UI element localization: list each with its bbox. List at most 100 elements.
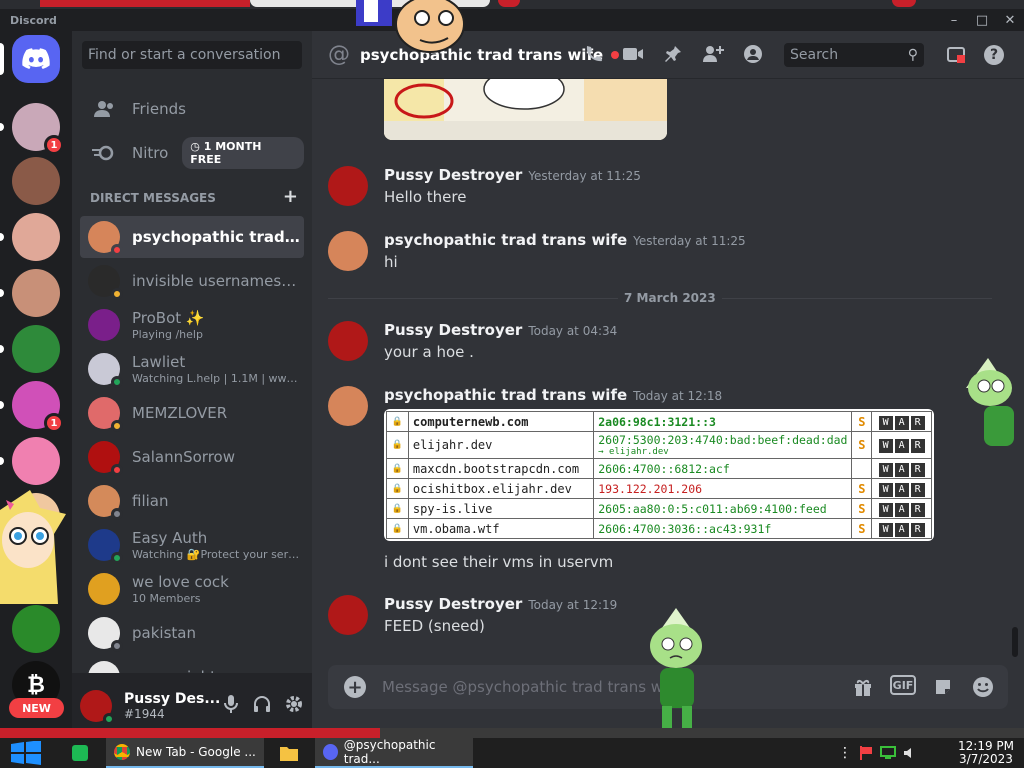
- dm-item[interactable]: pakistan: [80, 612, 304, 654]
- message-author[interactable]: Pussy Destroyer: [384, 166, 522, 184]
- dm-name: psychopathic trad tra...: [132, 228, 300, 246]
- gif-button[interactable]: GIF: [890, 675, 916, 695]
- table-cell-war: WAR: [871, 518, 932, 539]
- war-box: W: [878, 482, 893, 497]
- video-call-icon[interactable]: [622, 43, 644, 65]
- background-strip: [0, 0, 1024, 9]
- windows-start-icon[interactable]: [10, 738, 42, 768]
- network-icon[interactable]: [880, 738, 896, 768]
- war-box: W: [878, 502, 893, 517]
- table-row: 🔒 elijahr.dev 2607:5300:203:4740:bad:beef:…: [386, 431, 932, 459]
- message-input[interactable]: Message @psychopathic trad trans wife: [382, 678, 682, 696]
- server-icon[interactable]: [0, 437, 60, 485]
- scrollbar[interactable]: [1012, 627, 1018, 657]
- friends-label: Friends: [132, 100, 186, 118]
- table-cell-ip: 2606:4700::6812:acf: [593, 458, 853, 479]
- dm-search-input[interactable]: Find or start a conversation: [82, 41, 302, 69]
- add-friend-icon[interactable]: [702, 43, 724, 65]
- user-profile-icon[interactable]: [742, 43, 764, 65]
- server-icon[interactable]: 1: [0, 103, 64, 155]
- help-icon[interactable]: ?: [984, 45, 1004, 65]
- maximize-icon[interactable]: □: [968, 9, 996, 31]
- message-avatar[interactable]: [328, 166, 368, 206]
- flag-icon[interactable]: [858, 738, 874, 768]
- dm-name: MEMZLOVER: [132, 404, 228, 422]
- war-box: W: [878, 462, 893, 477]
- home-button[interactable]: [0, 35, 60, 83]
- gift-icon[interactable]: [850, 675, 876, 699]
- war-box: W: [878, 522, 893, 537]
- dm-avatar: [88, 441, 123, 476]
- headphones-icon[interactable]: [252, 694, 272, 718]
- server-icon[interactable]: [12, 157, 60, 205]
- user-name[interactable]: Pussy Des...: [124, 691, 220, 707]
- message-author[interactable]: psychopathic trad trans wife: [384, 231, 627, 249]
- inbox-icon[interactable]: [946, 45, 966, 69]
- message-text: Hello there: [384, 188, 467, 206]
- file-explorer-icon[interactable]: [280, 738, 298, 768]
- background-strip-bottom: [0, 728, 1024, 738]
- nav-nitro[interactable]: Nitro ◷ 1 MONTH FREE: [80, 132, 304, 174]
- server-icon[interactable]: 1: [0, 381, 64, 433]
- close-icon[interactable]: ✕: [996, 9, 1024, 31]
- settings-gear-icon[interactable]: [284, 694, 304, 718]
- dm-item[interactable]: we love cock 10 Members: [80, 568, 304, 610]
- message-avatar[interactable]: [328, 386, 368, 426]
- dm-item[interactable]: Lawliet Watching L.help | 1.1M | www.l...: [80, 348, 304, 390]
- attach-plus-icon[interactable]: +: [344, 676, 366, 698]
- emoji-icon[interactable]: [970, 675, 996, 699]
- header-search-input[interactable]: Search ⚲: [784, 43, 924, 67]
- server-icon[interactable]: [0, 269, 60, 317]
- minimize-icon[interactable]: –: [940, 9, 968, 31]
- dm-item[interactable]: SalannSorrow: [80, 436, 304, 478]
- create-dm-icon[interactable]: +: [283, 188, 298, 206]
- server-icon[interactable]: [12, 605, 60, 653]
- volume-icon[interactable]: [902, 738, 918, 768]
- message-author[interactable]: Pussy Destroyer: [384, 595, 522, 613]
- sticker-icon[interactable]: [930, 675, 956, 699]
- mention-badge: 1: [44, 413, 64, 433]
- table-cell-host: vm.obama.wtf: [407, 518, 595, 539]
- war-box: W: [878, 439, 893, 453]
- dm-avatar: [88, 529, 123, 564]
- table-cell-ip: 2606:4700:3036::ac43:931f: [593, 518, 853, 539]
- dm-item[interactable]: MEMZLOVER: [80, 392, 304, 434]
- war-box: R: [910, 462, 925, 477]
- dm-avatar: [88, 309, 120, 341]
- lock-icon: 🔒: [386, 431, 409, 459]
- more-icon[interactable]: ⋮: [838, 738, 852, 768]
- table-row: 🔒 vm.obama.wtf 2606:4700:3036::ac43:931f S W…: [386, 518, 932, 539]
- server-icon[interactable]: [0, 325, 60, 373]
- microphone-icon[interactable]: [222, 694, 240, 718]
- voice-call-icon[interactable]: [582, 43, 604, 65]
- war-box: A: [894, 415, 909, 430]
- message-author[interactable]: Pussy Destroyer: [384, 321, 522, 339]
- message-text: FEED (sneed): [384, 617, 485, 635]
- message-avatar[interactable]: [328, 231, 368, 271]
- dm-item[interactable]: invisible usernames ar...: [80, 260, 304, 302]
- status-indicator-icon: [111, 640, 123, 652]
- dm-item[interactable]: Easy Auth Watching 🔐Protect your serv...: [80, 524, 304, 566]
- system-clock[interactable]: 12:19 PM 3/7/2023: [958, 740, 1014, 766]
- message-author[interactable]: psychopathic trad trans wife: [384, 386, 627, 404]
- ip-text: 2606:4700:3036::ac43:931f: [598, 521, 772, 536]
- mention-badge: 1: [44, 135, 64, 155]
- dm-item[interactable]: psychopathic trad tra...: [80, 216, 304, 258]
- embedded-image[interactable]: [384, 79, 667, 140]
- message-avatar[interactable]: [328, 321, 368, 361]
- discord-icon: [323, 744, 338, 760]
- nav-friends[interactable]: Friends: [80, 88, 304, 130]
- new-badge[interactable]: NEW: [9, 698, 64, 718]
- chrome-taskbar-button[interactable]: New Tab - Google ...: [106, 738, 264, 768]
- pin-icon[interactable]: [662, 43, 684, 65]
- attached-table-image[interactable]: 🔒 computernewb.com 2a06:98c1:3121::3 S W A R 🔒 e…: [384, 409, 934, 541]
- dm-section-header: DIRECT MESSAGES +: [90, 188, 298, 206]
- server-icon[interactable]: [0, 213, 60, 261]
- dm-item[interactable]: filian: [80, 480, 304, 522]
- discord-taskbar-button[interactable]: @psychopathic trad...: [315, 738, 473, 768]
- spotify-taskbar-icon[interactable]: [72, 738, 88, 768]
- table-cell-host: computernewb.com: [407, 411, 595, 432]
- dm-item[interactable]: ProBot ✨ Playing /help: [80, 304, 304, 346]
- user-avatar[interactable]: [80, 689, 115, 725]
- message-avatar[interactable]: [328, 595, 368, 635]
